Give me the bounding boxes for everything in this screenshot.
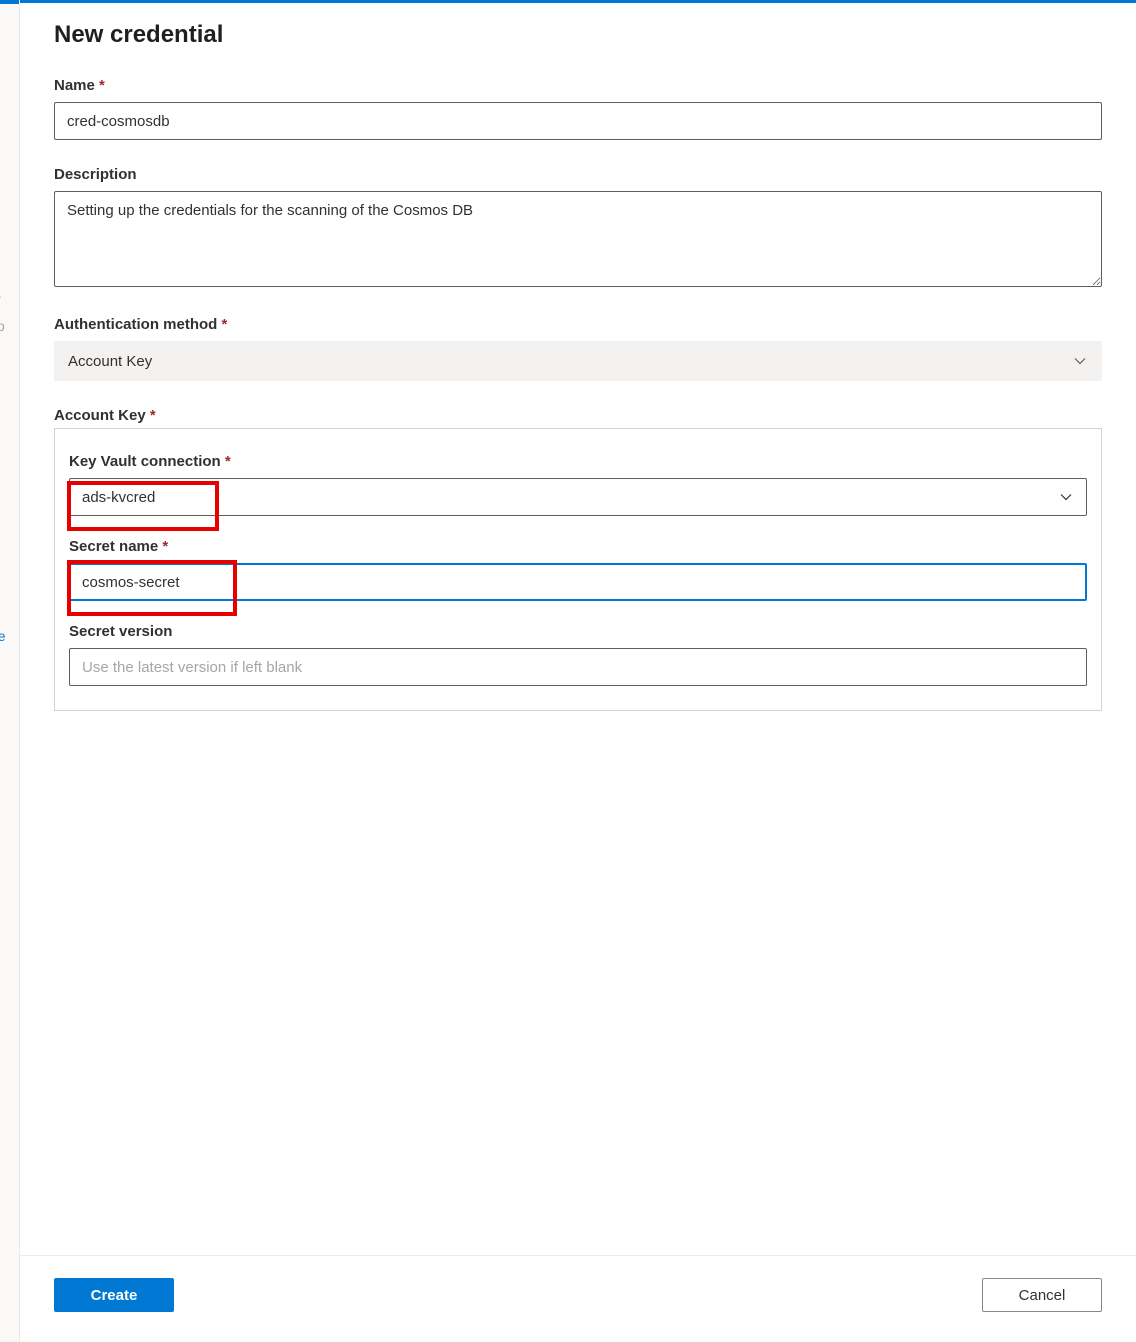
form-group-secret-name: Secret name — [69, 538, 1087, 601]
keyvault-value: ads-kvcred — [69, 478, 1087, 516]
description-input[interactable] — [54, 191, 1102, 287]
edge-fragment: co — [0, 318, 5, 334]
auth-method-value: Account Key — [55, 342, 1101, 380]
left-edge-accent — [0, 0, 19, 4]
left-edge-background: ie co de — [0, 0, 20, 1342]
keyvault-label: Key Vault connection — [69, 453, 1087, 470]
form-group-secret-version: Secret version — [69, 623, 1087, 686]
create-button[interactable]: Create — [54, 1278, 174, 1312]
name-input[interactable] — [54, 102, 1102, 140]
form-group-name: Name — [54, 77, 1102, 140]
form-group-account-key: Account Key Key Vault connection ads-kvc… — [54, 407, 1102, 711]
form-group-keyvault: Key Vault connection ads-kvcred — [69, 453, 1087, 516]
secret-version-input[interactable] — [69, 648, 1087, 686]
new-credential-panel: New credential Name Description Authenti… — [20, 0, 1136, 1342]
cancel-button[interactable]: Cancel — [982, 1278, 1102, 1312]
secret-version-label: Secret version — [69, 623, 1087, 640]
auth-method-label: Authentication method — [54, 316, 1102, 333]
page-wrapper: ie co de New credential Name Description… — [0, 0, 1136, 1342]
edge-fragment: ie — [0, 288, 1, 304]
form-group-auth-method: Authentication method Account Key — [54, 316, 1102, 381]
secret-name-input[interactable] — [69, 563, 1087, 601]
description-label: Description — [54, 166, 1102, 183]
account-key-label: Account Key — [54, 407, 1102, 424]
edge-fragment: de — [0, 628, 6, 644]
name-label: Name — [54, 77, 1102, 94]
auth-method-select[interactable]: Account Key — [54, 341, 1102, 381]
account-key-fieldset: Key Vault connection ads-kvcred Secret n… — [54, 428, 1102, 711]
secret-name-label: Secret name — [69, 538, 1087, 555]
panel-footer: Create Cancel — [20, 1255, 1136, 1342]
panel-content: New credential Name Description Authenti… — [20, 3, 1136, 1255]
panel-title: New credential — [54, 21, 1102, 49]
form-group-description: Description — [54, 166, 1102, 290]
keyvault-select[interactable]: ads-kvcred — [69, 478, 1087, 516]
